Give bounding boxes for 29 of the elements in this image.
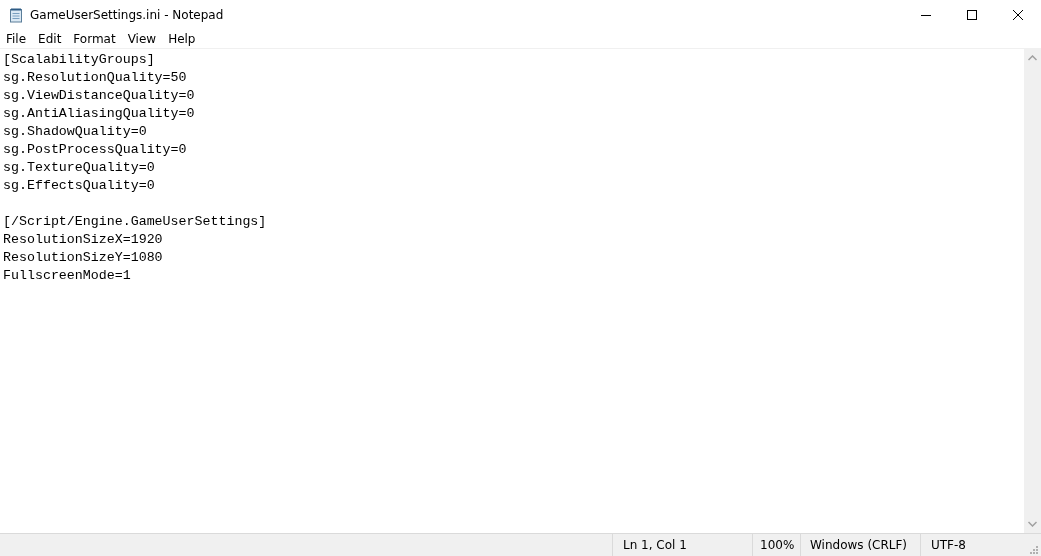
line-ending: Windows (CRLF) bbox=[800, 534, 920, 556]
menu-item[interactable]: File bbox=[0, 31, 33, 46]
menu-item[interactable]: View bbox=[121, 31, 163, 46]
text-line: sg.PostProcessQuality=0 bbox=[3, 141, 188, 159]
menu-item[interactable]: Format bbox=[67, 31, 122, 46]
scroll-down-icon[interactable] bbox=[1028, 521, 1037, 527]
text-line: sg.ViewDistanceQuality=0 bbox=[3, 87, 196, 105]
text-line: FullscreenMode=1 bbox=[3, 267, 132, 285]
window-title: GameUserSettings.ini - Notepad bbox=[30, 7, 224, 22]
text-line: [ScalabilityGroups] bbox=[3, 51, 156, 69]
text-line: ResolutionSizeX=1920 bbox=[3, 231, 164, 249]
resize-grip-icon[interactable] bbox=[1028, 544, 1038, 554]
notepad-icon bbox=[8, 6, 24, 23]
scroll-up-icon[interactable] bbox=[1028, 55, 1037, 61]
text-line: [/Script/Engine.GameUserSettings] bbox=[3, 213, 268, 231]
zoom-level: 100% bbox=[752, 534, 800, 556]
text-line: sg.ResolutionQuality=50 bbox=[3, 69, 188, 87]
close-icon bbox=[1013, 9, 1023, 20]
encoding: UTF-8 bbox=[920, 534, 1024, 556]
maximize-icon bbox=[967, 9, 977, 20]
vertical-scrollbar[interactable] bbox=[1024, 49, 1041, 533]
text-line: sg.AntiAliasingQuality=0 bbox=[3, 105, 196, 123]
cursor-position: Ln 1, Col 1 bbox=[612, 534, 752, 556]
text-line: sg.TextureQuality=0 bbox=[3, 159, 156, 177]
menu-item[interactable]: Help bbox=[162, 31, 202, 46]
menu-item[interactable]: Edit bbox=[32, 31, 68, 46]
text-line: sg.ShadowQuality=0 bbox=[3, 123, 148, 141]
text-line: ResolutionSizeY=1080 bbox=[3, 249, 164, 267]
text-line: sg.EffectsQuality=0 bbox=[3, 177, 156, 195]
